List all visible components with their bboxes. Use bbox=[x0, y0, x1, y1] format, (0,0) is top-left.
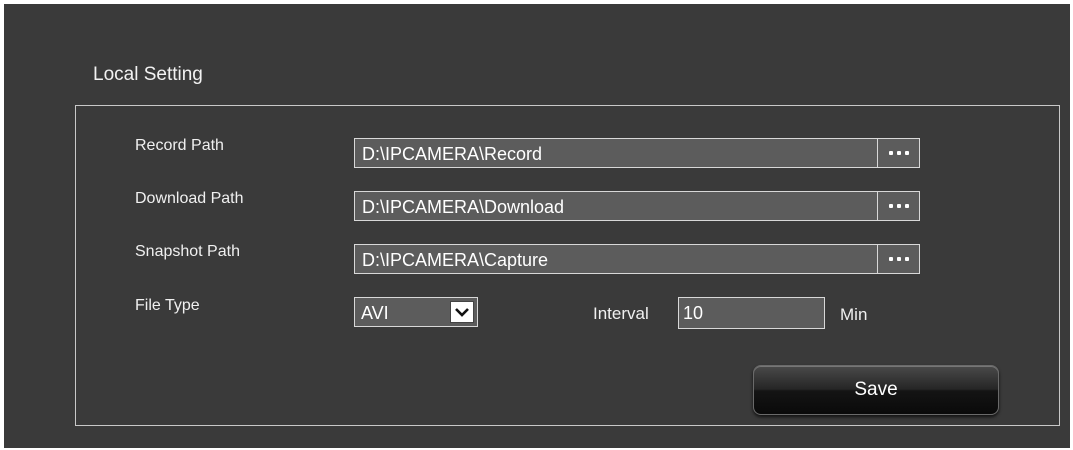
section-title: Local Setting bbox=[93, 64, 203, 85]
snapshot-path-label: Snapshot Path bbox=[135, 243, 240, 260]
ellipsis-icon bbox=[887, 204, 911, 208]
download-path-label: Download Path bbox=[135, 190, 244, 207]
file-type-select[interactable]: AVI bbox=[354, 297, 478, 327]
record-path-browse-button[interactable] bbox=[877, 139, 919, 167]
interval-input[interactable]: 10 bbox=[678, 297, 825, 329]
download-path-browse-button[interactable] bbox=[877, 192, 919, 220]
download-path-field[interactable]: D:\IPCAMERA\Download bbox=[354, 191, 920, 221]
file-type-selected-value: AVI bbox=[361, 303, 389, 323]
chevron-down-icon[interactable] bbox=[450, 301, 474, 323]
interval-value: 10 bbox=[683, 303, 704, 323]
interval-unit-label: Min bbox=[840, 305, 868, 324]
local-setting-panel: Local Setting Record Path D:\IPCAMERA\Re… bbox=[4, 4, 1070, 448]
record-path-label: Record Path bbox=[135, 137, 224, 154]
save-button[interactable]: Save bbox=[753, 365, 999, 415]
ellipsis-icon bbox=[887, 257, 911, 261]
record-path-value: D:\IPCAMERA\Record bbox=[362, 144, 543, 164]
snapshot-path-value: D:\IPCAMERA\Capture bbox=[362, 250, 549, 270]
ellipsis-icon bbox=[887, 151, 911, 155]
save-button-label: Save bbox=[854, 379, 898, 400]
file-type-label: File Type bbox=[135, 297, 200, 314]
record-path-field[interactable]: D:\IPCAMERA\Record bbox=[354, 138, 920, 168]
download-path-value: D:\IPCAMERA\Download bbox=[362, 197, 565, 217]
interval-label: Interval bbox=[593, 304, 649, 323]
snapshot-path-field[interactable]: D:\IPCAMERA\Capture bbox=[354, 244, 920, 274]
snapshot-path-browse-button[interactable] bbox=[877, 245, 919, 273]
